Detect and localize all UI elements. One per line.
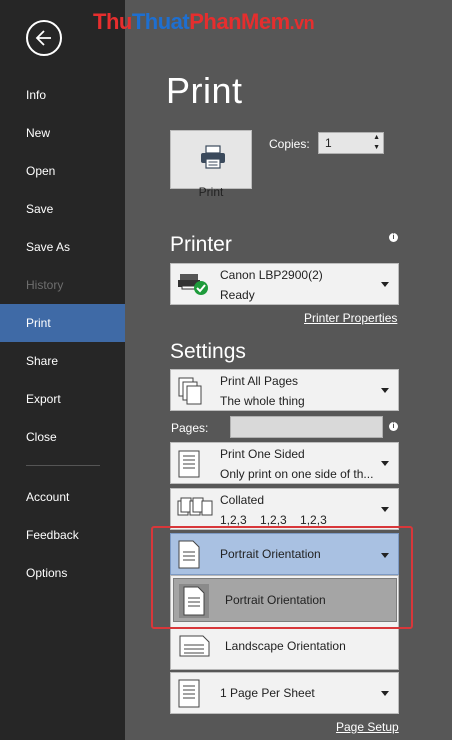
- nav-feedback[interactable]: Feedback: [0, 516, 125, 554]
- collated-icon: [177, 497, 213, 516]
- nav-save[interactable]: Save: [0, 190, 125, 228]
- nav-save-as[interactable]: Save As: [0, 228, 125, 266]
- printer-icon: [201, 145, 225, 169]
- nav-export[interactable]: Export: [0, 380, 125, 418]
- pages-per-sheet-label: 1 Page Per Sheet: [220, 686, 315, 700]
- spin-down-icon[interactable]: ▼: [373, 144, 380, 151]
- settings-section-title: Settings: [170, 340, 246, 363]
- dropdown-arrow-icon: [381, 282, 389, 287]
- dropdown-arrow-icon: [381, 691, 389, 696]
- printer-name: Canon LBP2900(2): [220, 268, 323, 282]
- print-button-label: Print: [198, 185, 224, 199]
- watermark-part-3: PhanMem: [189, 9, 290, 34]
- watermark-part-1: Thu: [93, 9, 132, 34]
- landscape-page-icon: [179, 635, 210, 657]
- backstage-sidebar: Info New Open Save Save As History Print…: [0, 0, 125, 740]
- nav-share[interactable]: Share: [0, 342, 125, 380]
- printer-properties-link[interactable]: Printer Properties: [304, 311, 397, 325]
- page-title: Print: [166, 70, 243, 111]
- watermark-part-2: Thuat: [131, 9, 190, 34]
- nav-new[interactable]: New: [0, 114, 125, 152]
- print-range-dropdown[interactable]: Print All Pages The whole thing: [170, 369, 399, 411]
- spin-up-icon[interactable]: ▲: [373, 134, 380, 141]
- nav-close[interactable]: Close: [0, 418, 125, 456]
- print-all-pages-icon: [178, 377, 202, 405]
- back-button[interactable]: [26, 20, 62, 56]
- dropdown-arrow-icon: [381, 461, 389, 466]
- pages-per-sheet-dropdown[interactable]: 1 Page Per Sheet: [170, 672, 399, 714]
- print-range-desc: The whole thing: [220, 394, 305, 408]
- collation-dropdown[interactable]: Collated 1,2,3 1,2,3 1,2,3: [170, 488, 399, 530]
- sides-desc: Only print on one side of th...: [220, 467, 374, 481]
- info-icon[interactable]: i: [389, 422, 398, 431]
- nav-info[interactable]: Info: [0, 76, 125, 114]
- page-per-sheet-icon: [178, 679, 200, 708]
- collation-desc: 1,2,3 1,2,3 1,2,3: [220, 513, 327, 527]
- highlight-annotation-box: [151, 526, 413, 629]
- printer-status-icon: [178, 274, 208, 295]
- nav-options[interactable]: Options: [0, 554, 125, 592]
- copies-label: Copies:: [269, 137, 310, 151]
- print-button[interactable]: Print: [170, 130, 252, 199]
- sides-dropdown[interactable]: Print One Sided Only print on one side o…: [170, 442, 399, 484]
- nav-divider: [26, 465, 100, 466]
- page-setup-link[interactable]: Page Setup: [336, 720, 399, 734]
- back-arrow-icon: [35, 30, 51, 46]
- copies-value: 1: [325, 136, 332, 150]
- sides-title: Print One Sided: [220, 447, 305, 461]
- pages-label: Pages:: [171, 421, 209, 435]
- pages-input[interactable]: [230, 416, 383, 438]
- printer-dropdown[interactable]: Canon LBP2900(2) Ready: [170, 263, 399, 305]
- dropdown-arrow-icon: [381, 388, 389, 393]
- copies-input[interactable]: 1 ▲ ▼: [318, 132, 384, 154]
- print-range-title: Print All Pages: [220, 374, 299, 388]
- menu-item-landscape[interactable]: Landscape Orientation: [173, 626, 397, 668]
- menu-item-landscape-label: Landscape Orientation: [225, 639, 346, 653]
- dropdown-arrow-icon: [381, 507, 389, 512]
- info-icon[interactable]: i: [389, 233, 398, 242]
- watermark-part-4: .vn: [289, 13, 315, 33]
- nav-history: History: [26, 278, 64, 292]
- nav-account[interactable]: Account: [0, 478, 125, 516]
- printer-status: Ready: [220, 288, 255, 302]
- collation-title: Collated: [220, 493, 265, 507]
- watermark-logo: ThuThuatPhanMem.vn: [93, 9, 315, 35]
- printer-section-title: Printer: [170, 233, 232, 256]
- nav-print[interactable]: Print: [0, 304, 125, 342]
- nav-open[interactable]: Open: [0, 152, 125, 190]
- one-sided-icon: [178, 450, 200, 478]
